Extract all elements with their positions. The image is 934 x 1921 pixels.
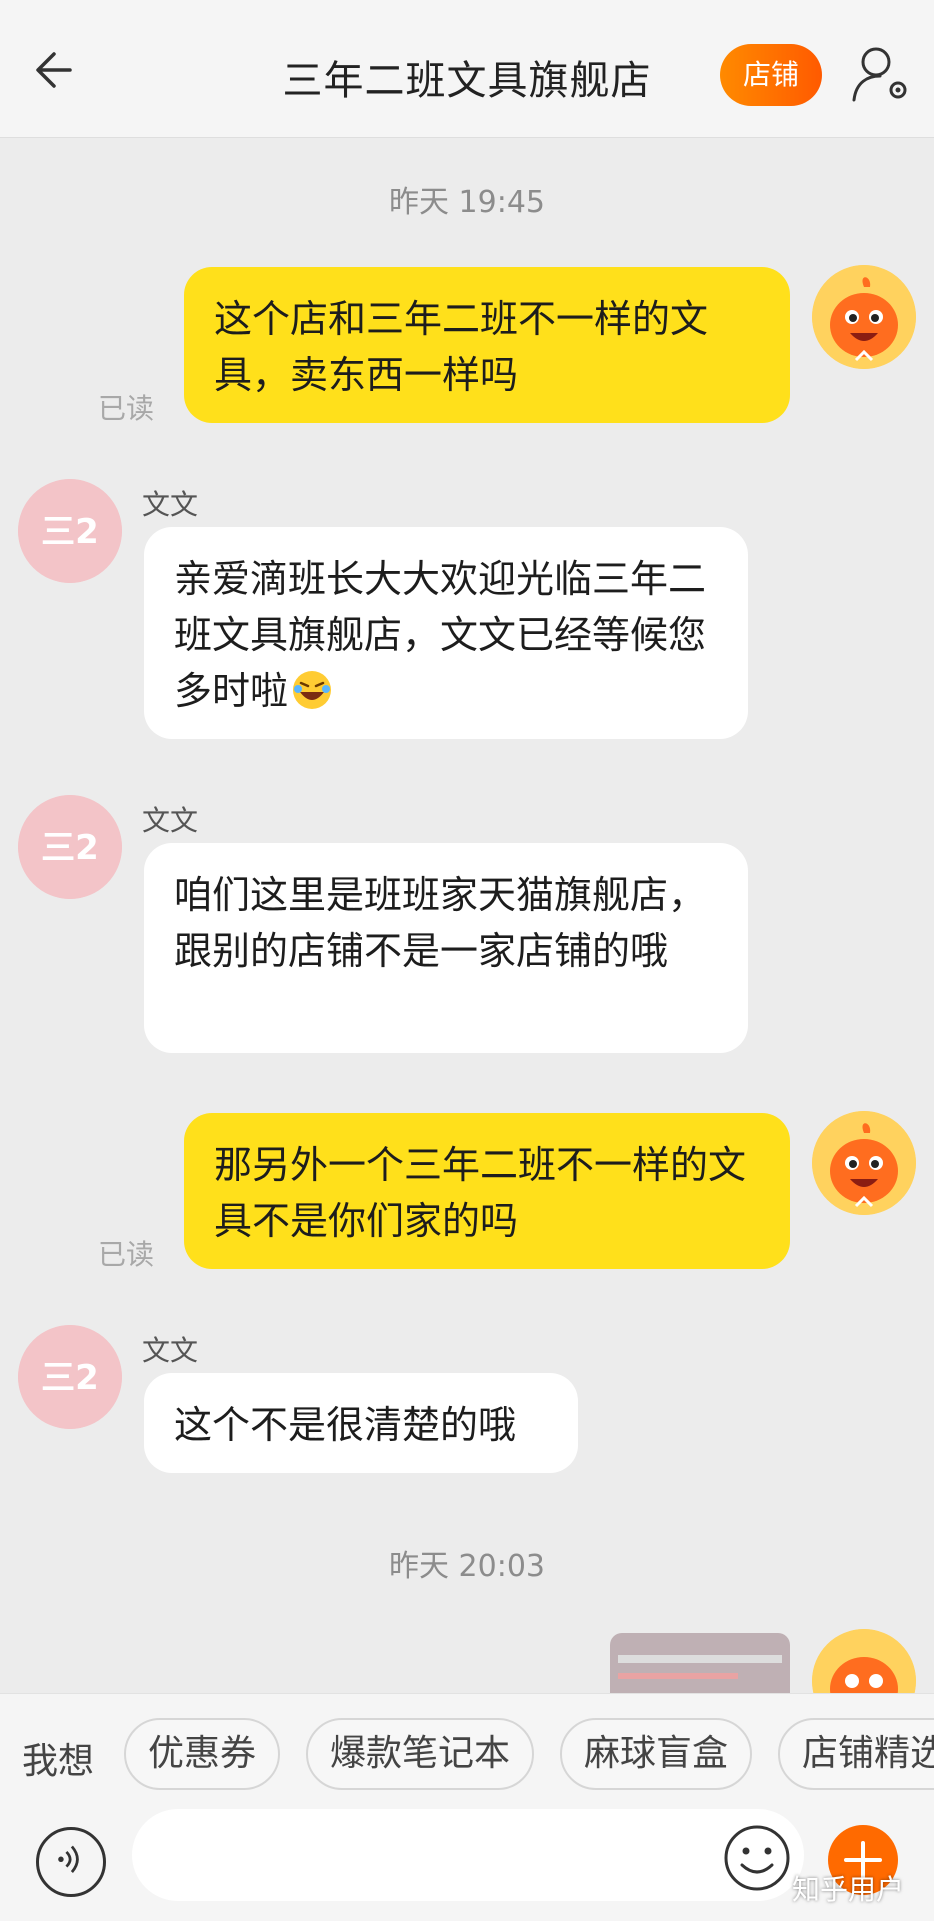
chip-coupon[interactable]: 优惠券 [124, 1718, 281, 1790]
read-status: 已读 [98, 392, 155, 425]
shop-message-bubble[interactable]: 这个不是很清楚的哦 [144, 1373, 578, 1473]
mascot-avatar-icon [812, 1111, 916, 1215]
mascot-avatar-icon [812, 1629, 916, 1693]
message-input[interactable] [132, 1809, 804, 1901]
shop-message-bubble[interactable]: 亲爱滴班长大大欢迎光临三年二班文具旗舰店，文文已经等候您多时啦 [144, 527, 748, 739]
chat-header: 三年二班文具旗舰店 店铺 [0, 0, 934, 138]
mascot-avatar-icon [812, 265, 916, 369]
voice-button[interactable] [36, 1827, 106, 1897]
shop-logo-icon: 三2 [18, 1325, 122, 1429]
shop-avatar[interactable]: 三2 [18, 795, 122, 899]
voice-icon [58, 1845, 79, 1873]
timestamp: 昨天 19:45 [389, 185, 545, 220]
shop-avatar[interactable]: 三2 [18, 1325, 122, 1429]
shop-message-bubble[interactable]: 咱们这里是班班家天猫旗舰店，跟别的店铺不是一家店铺的哦 [144, 843, 748, 1053]
my-avatar[interactable] [812, 1629, 916, 1693]
watermark: 知乎用户 [792, 1873, 905, 1906]
timestamp: 昨天 20:03 [389, 1549, 545, 1584]
chat-area[interactable]: 昨天 19:45 已读 这个店和三年二班不一样的文具，卖东西一样吗 三2 文文 … [0, 139, 934, 1693]
laughing-emoji-icon [290, 668, 334, 712]
read-status: 已读 [98, 1238, 155, 1271]
sender-name: 文文 [142, 488, 199, 521]
my-message-bubble[interactable]: 那另外一个三年二班不一样的文具不是你们家的吗 [184, 1113, 790, 1269]
image-message[interactable] [610, 1633, 790, 1693]
message-text: 亲爱滴班长大大欢迎光临三年二班文具旗舰店，文文已经等候您多时啦 [174, 557, 707, 713]
shop-button[interactable]: 店铺 [720, 44, 822, 106]
sender-name: 文文 [142, 1334, 199, 1367]
image-content [618, 1655, 782, 1663]
user-settings-icon[interactable] [850, 42, 914, 106]
shop-logo-icon: 三2 [18, 795, 122, 899]
quick-reply-bar: 我想 优惠券 爆款笔记本 麻球盲盒 店铺精选 [0, 1693, 934, 1813]
shop-avatar[interactable]: 三2 [18, 479, 122, 583]
chip-blind-box[interactable]: 麻球盲盒 [560, 1718, 753, 1790]
emoji-icon[interactable] [722, 1823, 792, 1893]
chip-shop-picks[interactable]: 店铺精选 [778, 1718, 934, 1790]
shop-logo-icon: 三2 [18, 479, 122, 583]
quick-reply-label: 我想 [22, 1741, 95, 1782]
svg-text:三2: 三2 [41, 512, 99, 552]
image-content [618, 1673, 738, 1679]
sender-name: 文文 [142, 804, 199, 837]
svg-text:三2: 三2 [41, 828, 99, 868]
my-message-bubble[interactable]: 这个店和三年二班不一样的文具，卖东西一样吗 [184, 267, 790, 423]
my-avatar[interactable] [812, 1111, 916, 1215]
svg-text:三2: 三2 [41, 1358, 99, 1398]
my-avatar[interactable] [812, 265, 916, 369]
chip-notebook[interactable]: 爆款笔记本 [306, 1718, 535, 1790]
